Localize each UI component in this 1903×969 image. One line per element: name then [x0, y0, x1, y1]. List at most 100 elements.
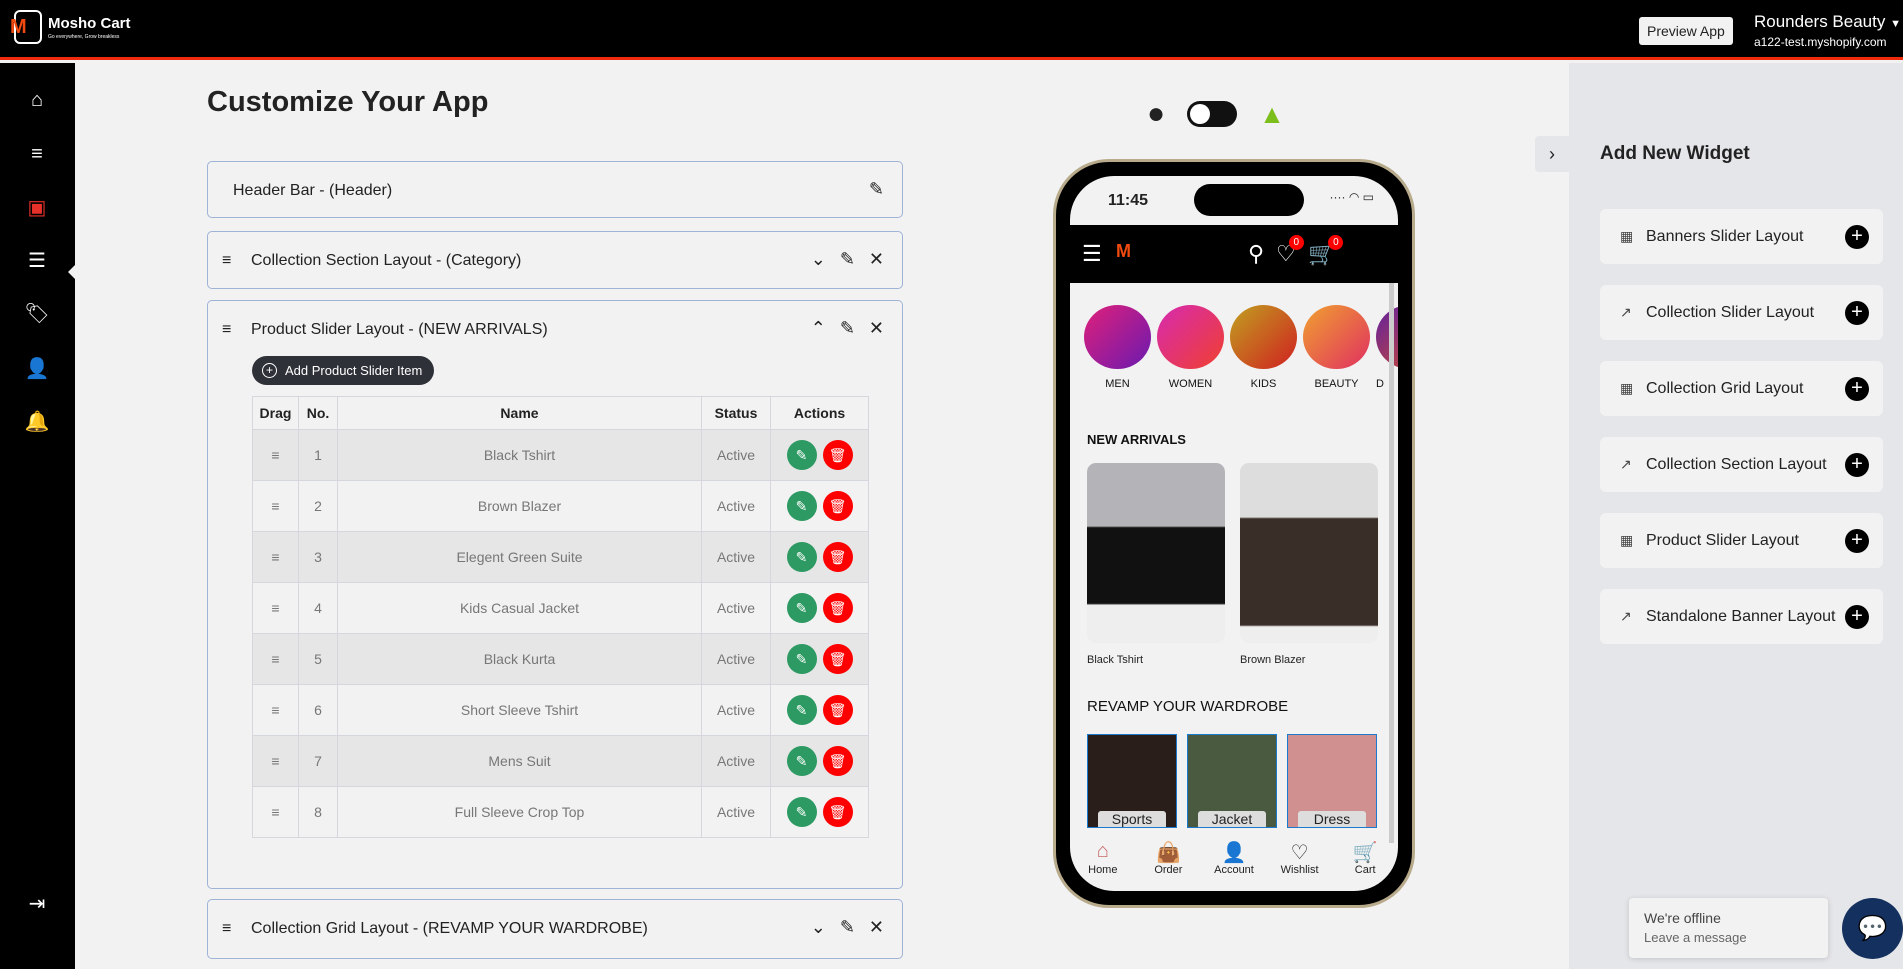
drag-handle-icon[interactable]: ≡: [252, 633, 299, 685]
list-icon[interactable]: ☰: [22, 246, 52, 276]
drag-handle-icon[interactable]: ≡: [252, 531, 299, 583]
edit-icon[interactable]: ✎: [840, 917, 855, 938]
chevron-down-icon[interactable]: ⌄: [811, 249, 826, 270]
heart-icon[interactable]: ♡ 0: [1276, 235, 1304, 267]
row-no: 7: [298, 735, 338, 787]
drag-handle-icon[interactable]: ≡: [252, 582, 299, 634]
section-title: Product Slider Layout - (NEW ARRIVALS): [251, 321, 548, 338]
category-men[interactable]: MEN: [1084, 305, 1151, 390]
edit-button[interactable]: ✎: [786, 593, 817, 623]
delete-button[interactable]: 🗑: [822, 746, 853, 776]
drag-handle-icon[interactable]: ≡: [252, 684, 299, 736]
store-selector[interactable]: Rounders Beauty ▼ a122-test.myshopify.co…: [1754, 12, 1901, 49]
grid-icon[interactable]: ▣: [22, 193, 52, 223]
platform-toggle[interactable]: [1187, 101, 1238, 127]
edit-icon[interactable]: ✎: [840, 249, 855, 270]
external-link-icon: ↗: [1620, 456, 1632, 472]
section-collection-grid[interactable]: ≡ Collection Grid Layout - (REVAMP YOUR …: [207, 899, 903, 959]
section-collection[interactable]: ≡ Collection Section Layout - (Category)…: [207, 231, 903, 289]
product-card[interactable]: Black Tshirt: [1087, 463, 1225, 666]
drag-handle-icon[interactable]: ≡: [252, 786, 299, 838]
logo[interactable]: Mosho CartGo everywhere, Grow breakless: [10, 10, 131, 44]
cart-icon[interactable]: 🛒 0: [1308, 235, 1344, 267]
nav-cart[interactable]: 🛒 Cart: [1337, 840, 1393, 891]
close-icon[interactable]: ✕: [869, 917, 884, 938]
edit-button[interactable]: ✎: [786, 746, 817, 776]
delete-button[interactable]: 🗑: [822, 542, 853, 572]
edit-button[interactable]: ✎: [786, 491, 817, 521]
add-widget-icon[interactable]: +: [1845, 604, 1869, 629]
category-women[interactable]: WOMEN: [1157, 305, 1224, 390]
chevron-up-icon[interactable]: ⌃: [811, 318, 826, 339]
row-status: Active: [701, 684, 771, 736]
add-widget-icon[interactable]: +: [1845, 376, 1869, 401]
delete-button[interactable]: 🗑: [822, 593, 853, 623]
drag-handle-icon[interactable]: ≡: [252, 735, 299, 787]
close-icon[interactable]: ✕: [869, 318, 884, 339]
widget-item[interactable]: ↗ Collection Section Layout +: [1600, 437, 1883, 492]
nav-order[interactable]: 👜 Order: [1140, 840, 1196, 891]
widget-item[interactable]: ↗ Collection Slider Layout +: [1600, 285, 1883, 340]
add-widget-icon[interactable]: +: [1845, 300, 1869, 325]
menu-icon[interactable]: ≡: [22, 139, 52, 169]
drag-handle-icon[interactable]: ≡: [252, 480, 299, 532]
tag-icon[interactable]: 🏷: [22, 299, 52, 329]
edit-icon[interactable]: ✎: [869, 179, 884, 200]
product-card[interactable]: Brown Blazer: [1240, 463, 1378, 666]
widget-item[interactable]: ▦ Banners Slider Layout +: [1600, 209, 1883, 264]
edit-button[interactable]: ✎: [786, 644, 817, 674]
category-beauty[interactable]: BEAUTY: [1303, 305, 1370, 390]
edit-button[interactable]: ✎: [786, 797, 817, 827]
delete-button[interactable]: 🗑: [822, 491, 853, 521]
category-label: KIDS: [1250, 378, 1277, 390]
nav-label: Order: [1154, 864, 1183, 876]
chat-icon[interactable]: 💬: [1842, 898, 1903, 959]
chevron-right-icon[interactable]: ›: [1535, 136, 1569, 172]
nav-account[interactable]: 👤 Account: [1206, 840, 1262, 891]
preview-scrollbar[interactable]: [1389, 283, 1394, 843]
hamburger-icon[interactable]: ☰: [1082, 241, 1102, 267]
edit-button[interactable]: ✎: [786, 695, 817, 725]
drag-handle-icon[interactable]: ≡: [222, 301, 231, 359]
edit-icon[interactable]: ✎: [840, 318, 855, 339]
delete-button[interactable]: 🗑: [822, 797, 853, 827]
grid-item[interactable]: Jacket: [1187, 734, 1277, 828]
section-header-bar[interactable]: Header Bar - (Header) ✎: [207, 161, 903, 218]
chat-bubble[interactable]: We're offline Leave a message: [1629, 898, 1828, 958]
drag-handle-icon[interactable]: ≡: [222, 232, 231, 290]
widget-item[interactable]: ▦ Product Slider Layout +: [1600, 513, 1883, 568]
nav-home[interactable]: ⌂ Home: [1075, 840, 1131, 891]
add-product-slider-item-button[interactable]: + Add Product Slider Item: [252, 356, 435, 385]
delete-button[interactable]: 🗑: [822, 440, 853, 470]
bag-icon: 👜: [1155, 842, 1181, 864]
wifi-battery-icon: ···· ◠ ▭: [1329, 190, 1374, 204]
plus-circle-icon: +: [262, 363, 277, 378]
grid-item[interactable]: Sports: [1087, 734, 1177, 828]
drag-handle-icon[interactable]: ≡: [222, 900, 231, 958]
widget-item[interactable]: ↗ Standalone Banner Layout +: [1600, 589, 1883, 644]
add-widget-icon[interactable]: +: [1845, 528, 1869, 553]
table-row: ≡ 5 Black Kurta Active ✎ 🗑: [252, 633, 869, 685]
widget-item[interactable]: ▦ Collection Grid Layout +: [1600, 361, 1883, 416]
delete-button[interactable]: 🗑: [822, 644, 853, 674]
user-list-icon[interactable]: 👤: [22, 354, 52, 384]
nav-wishlist[interactable]: ♡ Wishlist: [1272, 840, 1328, 891]
edit-button[interactable]: ✎: [786, 440, 817, 470]
edit-button[interactable]: ✎: [786, 542, 817, 572]
logout-icon[interactable]: ⇥: [22, 889, 52, 919]
chevron-down-icon[interactable]: ⌄: [811, 917, 826, 938]
bell-icon[interactable]: 🔔: [22, 407, 52, 437]
heart-icon: ♡: [1290, 842, 1309, 864]
search-icon[interactable]: ⚲: [1248, 241, 1264, 267]
category-partial[interactable]: D: [1376, 305, 1398, 390]
nav-label: Cart: [1354, 864, 1376, 876]
grid-item[interactable]: Dress: [1287, 734, 1377, 828]
preview-app-button[interactable]: Preview App: [1639, 17, 1733, 45]
add-widget-icon[interactable]: +: [1845, 452, 1869, 477]
category-kids[interactable]: KIDS: [1230, 305, 1297, 390]
home-gear-icon[interactable]: ⌂: [22, 85, 52, 115]
add-widget-icon[interactable]: +: [1845, 224, 1869, 249]
delete-button[interactable]: 🗑: [822, 695, 853, 725]
close-icon[interactable]: ✕: [869, 249, 884, 270]
drag-handle-icon[interactable]: ≡: [252, 429, 299, 481]
